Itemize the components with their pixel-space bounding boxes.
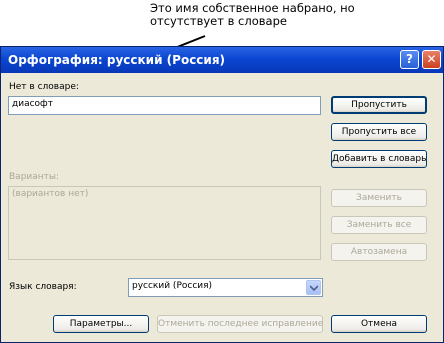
replace-button[interactable]: Заменить bbox=[331, 189, 427, 207]
close-button[interactable]: ✕ bbox=[422, 50, 441, 69]
cancel-button[interactable]: Отмена bbox=[331, 315, 427, 333]
dictionary-language-select[interactable]: русский (Россия) bbox=[128, 278, 323, 297]
autocorrect-button[interactable]: Автозамена bbox=[331, 243, 427, 261]
skip-button[interactable]: Пропустить bbox=[331, 96, 427, 114]
replace-all-button[interactable]: Заменить все bbox=[331, 216, 427, 234]
options-button[interactable]: Параметры... bbox=[53, 315, 149, 333]
title-bar: Орфография: русский (Россия) ? ✕ bbox=[1, 47, 443, 73]
dictionary-language-value: русский (Россия) bbox=[132, 281, 213, 291]
dialog-title: Орфография: русский (Россия) bbox=[8, 53, 226, 67]
dropdown-button[interactable] bbox=[306, 280, 321, 295]
spelling-dialog: Орфография: русский (Россия) ? ✕ Нет в с… bbox=[0, 46, 444, 343]
dictionary-language-label: Язык словаря: bbox=[9, 282, 77, 292]
suggestions-label: Варианты: bbox=[9, 172, 60, 182]
close-icon: ✕ bbox=[426, 52, 437, 66]
skip-all-button[interactable]: Пропустить все bbox=[331, 123, 427, 141]
not-in-dictionary-label: Нет в словаре: bbox=[9, 82, 79, 92]
suggestions-placeholder: (вариантов нет) bbox=[12, 189, 89, 199]
misspelled-word: диасофт bbox=[12, 99, 53, 109]
add-to-dictionary-button[interactable]: Добавить в словарь bbox=[331, 150, 427, 168]
not-in-dictionary-textbox[interactable]: диасофт bbox=[8, 96, 321, 115]
help-button[interactable]: ? bbox=[400, 50, 419, 69]
undo-last-button[interactable]: Отменить последнее исправление bbox=[157, 315, 323, 333]
suggestions-list[interactable]: (вариантов нет) bbox=[8, 186, 321, 260]
chevron-down-icon bbox=[310, 285, 318, 291]
